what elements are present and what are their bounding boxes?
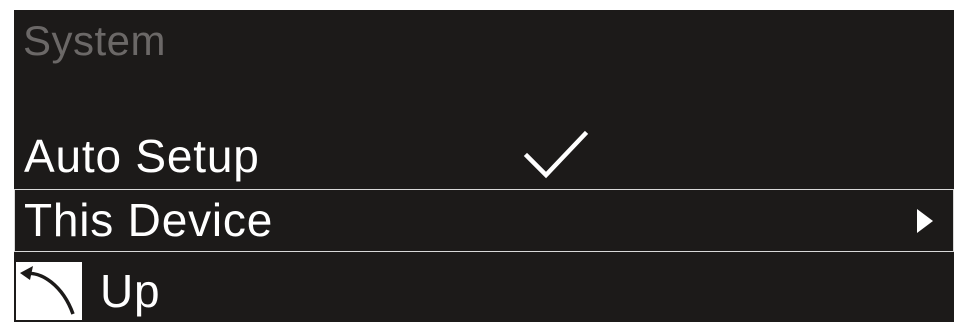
menu-title: System	[23, 17, 167, 64]
device-menu-screen: System Auto Setup This Device Up	[14, 10, 954, 322]
check-icon	[523, 130, 589, 179]
triangle-right-icon	[917, 209, 933, 233]
menu-item-label: Auto Setup	[24, 130, 260, 182]
menu-item-this-device[interactable]: This Device	[14, 189, 954, 252]
menu-item-up[interactable]: Up	[14, 258, 954, 322]
back-arrow-icon	[16, 262, 82, 320]
menu-item-label: Up	[100, 265, 161, 317]
menu-item-auto-setup[interactable]: Auto Setup	[14, 125, 954, 187]
menu-item-label: This Device	[24, 194, 274, 246]
